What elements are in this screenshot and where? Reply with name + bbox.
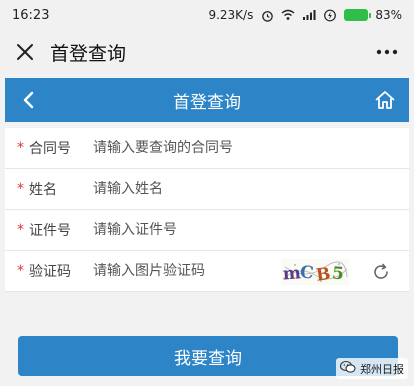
captcha-label: 验证码 (29, 264, 71, 280)
charging-icon (323, 8, 337, 22)
app-title: 首登查询 (50, 42, 127, 65)
id-number-row: * 证件号 (5, 210, 409, 251)
svg-text:B: B (315, 264, 332, 285)
back-arrow-icon[interactable] (17, 89, 39, 111)
watermark-text: 郑州日报 (360, 362, 404, 376)
name-label: 姓名 (29, 182, 57, 198)
contract-number-row: * 合同号 (5, 128, 409, 169)
home-icon[interactable] (373, 88, 397, 112)
battery-percent: 83% (375, 8, 402, 22)
svg-text:C: C (299, 262, 315, 283)
required-mark: * (17, 263, 24, 279)
page-nav-bar: 首登查询 (5, 78, 409, 122)
app-header: 首登查询 (0, 30, 414, 74)
id-number-input[interactable] (93, 222, 293, 238)
more-icon[interactable] (374, 41, 400, 63)
contract-number-input[interactable] (93, 140, 293, 156)
query-form: * 合同号 * 姓名 * 证件号 * 验证码 m C B 5 (5, 128, 409, 292)
status-bar: 16:23 9.23K/s 83% (0, 0, 414, 30)
svg-text:5: 5 (331, 263, 345, 284)
close-icon[interactable] (14, 41, 36, 63)
wifi-icon (281, 8, 295, 22)
required-mark: * (17, 222, 24, 238)
name-input[interactable] (93, 181, 293, 197)
signal-icon (302, 8, 316, 22)
watermark: 郑州日报 (336, 358, 408, 379)
id-number-label: 证件号 (29, 223, 71, 239)
name-row: * 姓名 (5, 169, 409, 210)
wechat-logo-icon (339, 360, 356, 377)
battery-icon: 83% (344, 8, 402, 22)
page-title: 首登查询 (173, 92, 241, 113)
required-mark: * (17, 181, 24, 197)
status-icons: 9.23K/s 83% (208, 8, 402, 22)
required-mark: * (17, 140, 24, 156)
network-speed: 9.23K/s (208, 8, 254, 22)
captcha-input[interactable] (93, 263, 273, 279)
refresh-captcha-icon[interactable] (371, 262, 391, 282)
captcha-image[interactable]: m C B 5 (281, 259, 349, 285)
alarm-icon (260, 8, 274, 22)
captcha-row: * 验证码 m C B 5 (5, 251, 409, 292)
status-time: 16:23 (12, 7, 50, 23)
contract-number-label: 合同号 (29, 141, 71, 157)
